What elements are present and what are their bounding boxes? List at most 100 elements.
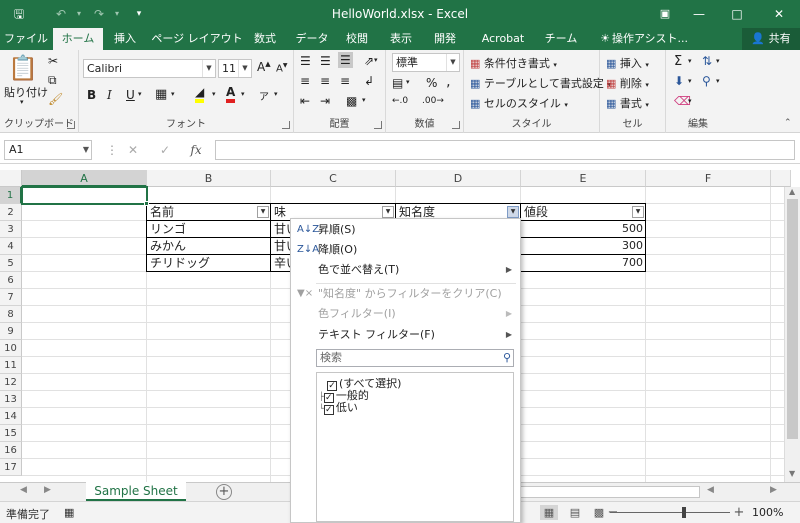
tab-data[interactable]: データ [292,28,332,50]
color-filter-item[interactable]: 色フィルター(I) ▶ [291,304,520,324]
align-center-icon[interactable]: ≡ [320,74,330,88]
sort-filter-icon[interactable]: ⇅ [702,54,712,68]
formula-input[interactable] [215,140,795,160]
sort-descending-item[interactable]: Z↓A 降順(O) [291,240,520,260]
tab-view[interactable]: 表示 [384,28,418,50]
clipboard-launcher[interactable] [67,121,75,129]
column-header-c[interactable]: C [271,170,396,187]
tab-file[interactable]: ファイル [4,28,48,50]
bottom-align-icon[interactable]: ☰ [338,52,353,68]
font-color-dropdown-icon[interactable]: ▾ [241,90,245,98]
table-cell-taste[interactable]: 辛い [271,255,291,272]
fill-color-icon[interactable]: ◢ [195,86,205,103]
tell-me-search[interactable]: 操作アシスト... [612,28,694,50]
enter-button[interactable]: ✓ [155,140,175,160]
underline-dropdown-icon[interactable]: ▾ [138,90,142,98]
zoom-level[interactable]: 100% [752,506,783,519]
table-header-price[interactable]: 値段 [521,204,631,221]
tab-page-layout[interactable]: ページ レイアウト [150,28,244,50]
clear-filter-item[interactable]: ▼× "知名度" からフィルターをクリア(C) [291,284,520,304]
column-header-a[interactable]: A [22,170,147,187]
borders-dropdown-icon[interactable]: ▾ [171,90,175,98]
checkbox-checked-icon[interactable]: ✓ [323,405,334,415]
zoom-slider[interactable] [610,512,730,513]
underline-button[interactable]: U [126,88,135,102]
row-header-13[interactable]: 13 [0,391,22,408]
clear-dropdown-icon[interactable]: ▾ [688,97,692,105]
scroll-down-icon[interactable]: ▼ [789,469,795,478]
sheet-tab-sample-sheet[interactable]: Sample Sheet [86,482,186,502]
table-cell-taste[interactable]: 甘い [271,221,291,238]
increase-indent-icon[interactable]: ⇥ [320,94,330,108]
comma-style-icon[interactable]: ‚ [446,74,450,90]
sort-by-color-item[interactable]: 色で並べ替え(T) ▶ [291,260,520,280]
page-layout-view-icon[interactable]: ▤ [566,505,584,520]
row-header-10[interactable]: 10 [0,340,22,357]
find-select-dropdown-icon[interactable]: ▾ [716,77,720,85]
row-header-12[interactable]: 12 [0,374,22,391]
sort-filter-dropdown-icon[interactable]: ▾ [716,57,720,65]
font-color-icon[interactable]: A [226,86,236,103]
decrease-indent-icon[interactable]: ⇤ [300,94,310,108]
font-launcher[interactable] [282,121,290,129]
column-header-f[interactable]: F [646,170,771,187]
column-header-d[interactable]: D [396,170,521,187]
vertical-scroll-thumb[interactable] [787,199,798,439]
font-name-select[interactable]: Calibri ▼ [83,59,216,78]
font-size-select[interactable]: 11 ▼ [218,59,252,78]
tab-formulas[interactable]: 数式 [248,28,282,50]
phonetic-icon[interactable]: ア [259,88,269,103]
macro-record-icon[interactable]: ▦ [64,506,74,519]
scroll-right-icon[interactable]: ▶ [770,485,777,495]
row-header-9[interactable]: 9 [0,323,22,340]
fill-color-dropdown-icon[interactable]: ▾ [212,90,216,98]
horizontal-scrollbar[interactable] [520,486,700,498]
grow-font-button[interactable]: A▲ [257,60,271,74]
more-options-icon[interactable]: ⋮ [102,140,122,160]
format-painter-icon[interactable]: 🖌 [48,92,63,106]
row-header-2[interactable]: 2 [0,204,22,221]
row-header-8[interactable]: 8 [0,306,22,323]
previous-sheet-icon[interactable]: ◀ [20,485,27,495]
row-header-15[interactable]: 15 [0,425,22,442]
filter-button-name[interactable]: ▼ [257,206,269,218]
alignment-launcher[interactable] [374,121,382,129]
filter-button-price[interactable]: ▼ [632,206,644,218]
tab-home[interactable]: ホーム [53,28,103,51]
scroll-up-icon[interactable]: ▲ [789,187,795,196]
collapse-ribbon-icon[interactable]: ⌃ [784,118,792,128]
tab-developer[interactable]: 開発 [428,28,462,50]
share-button[interactable]: 👤 共有 [742,28,800,50]
table-cell-name[interactable]: リンゴ [147,221,271,238]
align-left-icon[interactable]: ≡ [300,74,310,88]
number-launcher[interactable] [452,121,460,129]
row-header-5[interactable]: 5 [0,255,22,272]
row-header-11[interactable]: 11 [0,357,22,374]
sort-ascending-item[interactable]: A↓Z 昇順(S) [291,220,520,240]
filter-button-popularity[interactable]: ▼ [507,206,519,218]
orientation-dropdown-icon[interactable]: ▾ [374,56,378,64]
percent-icon[interactable]: % [426,76,437,90]
table-cell-price[interactable]: 700 [521,255,646,272]
insert-cells-button[interactable]: ▦ 挿入 ▾ [606,55,649,71]
autosum-dropdown-icon[interactable]: ▾ [688,57,692,65]
close-button[interactable]: ✕ [762,0,796,28]
text-filter-item[interactable]: テキスト フィルター(F) ▶ [291,325,520,345]
paste-icon[interactable]: 📋 [8,54,38,82]
table-cell-price[interactable]: 300 [521,238,646,255]
cancel-entry-button[interactable]: ✕ [123,140,143,160]
format-cells-button[interactable]: ▦ 書式 ▾ [606,95,649,111]
format-as-table-button[interactable]: ▦ テーブルとして書式設定 ▾ [470,75,611,91]
fill-icon[interactable]: ⬇ [674,74,684,88]
ribbon-display-options-icon[interactable]: ▣ [648,0,682,28]
add-sheet-button[interactable]: + [216,484,232,500]
tab-team[interactable]: チーム [540,28,582,50]
borders-icon[interactable]: ▦ [155,87,167,102]
italic-button[interactable]: I [107,88,112,102]
minimize-button[interactable]: — [682,0,716,28]
zoom-slider-thumb[interactable] [682,507,686,518]
row-header-3[interactable]: 3 [0,221,22,238]
decrease-decimal-icon[interactable]: .00→ [422,96,444,106]
paste-button[interactable]: 貼り付け [4,84,48,100]
insert-function-button[interactable]: fx [186,140,206,160]
